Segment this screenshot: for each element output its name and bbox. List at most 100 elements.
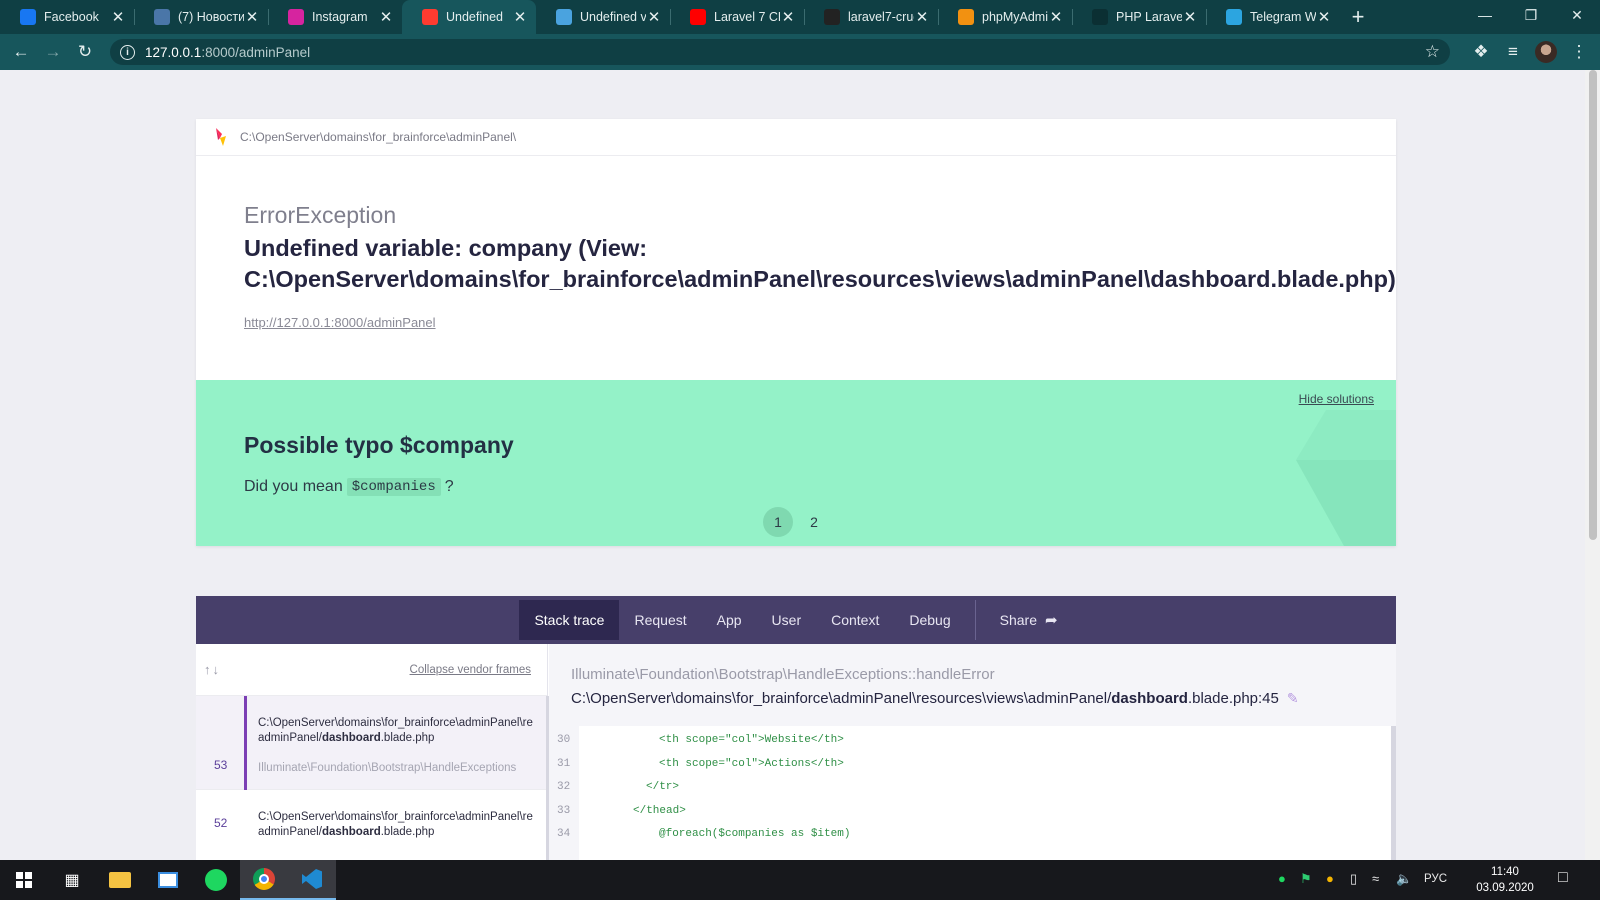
spotify-icon[interactable] xyxy=(192,860,240,900)
site-info-icon[interactable]: i xyxy=(120,44,135,60)
frame-navigation-arrows-icon[interactable]: ↑↓ xyxy=(204,662,221,677)
task-view-icon[interactable]: ▦ xyxy=(48,860,96,900)
tab-close-icon[interactable]: ✕ xyxy=(244,8,260,26)
frame-class: Illuminate\Foundation\Bootstrap\HandleEx… xyxy=(571,666,995,683)
tab-app[interactable]: App xyxy=(702,600,757,640)
solution-panel: Hide solutions Possible typo $company Di… xyxy=(196,380,1396,546)
browser-tab-strip: Facebook ✕ (7) Новости ✕ Instagram ✕ Undefined… xyxy=(0,0,1600,34)
tab-close-icon[interactable]: ✕ xyxy=(1048,8,1064,26)
tab-debug[interactable]: Debug xyxy=(894,600,965,640)
tab-request[interactable]: Request xyxy=(619,600,701,640)
browser-tab[interactable]: laravel7-crud/✕ xyxy=(804,0,938,34)
browser-tab[interactable]: phpMyAdmin ✕ xyxy=(938,0,1072,34)
tab-close-icon[interactable]: ✕ xyxy=(1316,8,1332,26)
stack-frame[interactable]: 53 C:\OpenServer\domains\for_brainforce\a… xyxy=(196,696,547,790)
bookmark-star-icon[interactable]: ☆ xyxy=(1425,42,1440,62)
file-explorer-icon[interactable] xyxy=(96,860,144,900)
line-code: </thead> xyxy=(633,804,686,817)
browser-toolbar: ← → ↻ i 127.0.0.1:8000/adminPanel ☆ ❖ ≡ … xyxy=(0,34,1600,70)
forward-icon[interactable]: → xyxy=(40,39,66,65)
tab-close-icon[interactable]: ✕ xyxy=(646,8,662,26)
profile-avatar[interactable] xyxy=(1535,41,1557,63)
line-number: 34 xyxy=(557,828,571,840)
restore-button[interactable]: ❐ xyxy=(1508,0,1554,30)
frames-list: ↑↓ Collapse vendor frames 53 C:\OpenServe… xyxy=(196,644,550,860)
menu-dots-icon[interactable]: ⋮ xyxy=(1566,39,1592,65)
instagram-icon xyxy=(288,9,304,25)
tab-close-icon[interactable]: ✕ xyxy=(1182,8,1198,26)
browser-tab-label: Instagram xyxy=(312,10,368,24)
spotify-tray-icon[interactable]: ● xyxy=(1278,871,1286,886)
browser-tab[interactable]: Telegram Wel✕ xyxy=(1206,0,1340,34)
tab-user[interactable]: User xyxy=(757,600,817,640)
start-button-icon[interactable] xyxy=(0,860,48,900)
code-scrollbar[interactable] xyxy=(1391,726,1396,860)
browser-tab-label: Undefined xyxy=(446,10,503,24)
browser-tab[interactable]: PHP Laravel 7✕ xyxy=(1072,0,1206,34)
vk-icon xyxy=(154,9,170,25)
clock[interactable]: 11:40 03.09.2020 xyxy=(1470,864,1540,896)
address-bar[interactable]: i 127.0.0.1:8000/adminPanel ☆ xyxy=(110,39,1450,65)
frame-path-line: C:\OpenServer\domains\for_brainforce\adm… xyxy=(258,811,533,823)
collapse-vendor-frames-link[interactable]: Collapse vendor frames xyxy=(410,664,531,676)
notifications-icon[interactable]: □ xyxy=(1558,869,1568,887)
edit-pencil-icon[interactable]: ✎ xyxy=(1287,690,1299,706)
tab-close-icon[interactable]: ✕ xyxy=(110,8,126,26)
language-indicator[interactable]: РУС xyxy=(1424,873,1447,885)
solution-title: Possible typo $company xyxy=(244,432,514,458)
tab-stack-trace[interactable]: Stack trace xyxy=(519,600,620,640)
extensions-icon[interactable]: ❖ xyxy=(1468,39,1494,65)
browser-tab-label: Telegram Wel xyxy=(1250,10,1316,24)
browser-tab[interactable]: Undefined ✕ xyxy=(402,0,536,34)
code-line: 34 @foreach($companies as $item) xyxy=(549,822,1421,846)
close-window-button[interactable]: ✕ xyxy=(1554,0,1600,30)
frame-detail: Illuminate\Foundation\Bootstrap\HandleEx… xyxy=(549,644,1396,860)
flag-tray-icon[interactable]: ⚑ xyxy=(1300,871,1312,887)
hide-solutions-link[interactable]: Hide solutions xyxy=(1299,392,1374,406)
battery-icon[interactable]: ▯ xyxy=(1350,871,1357,887)
error-tabs-nav: Stack trace Request App User Context Debug Sha… xyxy=(196,596,1396,644)
chrome-icon[interactable] xyxy=(240,860,288,900)
browser-tab[interactable]: Undefined va✕ xyxy=(536,0,670,34)
solution-page-button[interactable]: 2 xyxy=(799,507,829,537)
stack-trace-panel: ↑↓ Collapse vendor frames 53 C:\OpenServe… xyxy=(196,644,1396,860)
tab-close-icon[interactable]: ✕ xyxy=(512,8,528,26)
page-scroll-thumb[interactable] xyxy=(1589,70,1597,540)
browser-tab[interactable]: (7) Новости ✕ xyxy=(134,0,268,34)
line-code: <th scope="col">Website</th> xyxy=(659,734,844,746)
back-icon[interactable]: ← xyxy=(8,39,34,65)
browser-tab[interactable]: Instagram ✕ xyxy=(268,0,402,34)
new-tab-icon[interactable]: + xyxy=(1340,0,1376,34)
browser-tab[interactable]: Facebook ✕ xyxy=(0,0,134,34)
code-line: 31 <th scope="col">Actions</th> xyxy=(549,752,1421,776)
exception-class: ErrorException xyxy=(244,202,397,228)
solution-page-button[interactable]: 1 xyxy=(763,507,793,537)
frame-path-line: C:\OpenServer\domains\for_brainforce\adm… xyxy=(258,717,533,729)
request-url-link[interactable]: http://127.0.0.1:8000/adminPanel xyxy=(244,315,436,330)
tab-close-icon[interactable]: ✕ xyxy=(378,8,394,26)
minimize-button[interactable]: — xyxy=(1462,0,1508,30)
chrome-tray-icon[interactable]: ● xyxy=(1326,871,1334,886)
address-url[interactable]: 127.0.0.1:8000/adminPanel xyxy=(145,45,310,60)
wifi-icon[interactable]: ≈ xyxy=(1372,871,1379,886)
browser-tab[interactable]: Laravel 7 CRU✕ xyxy=(670,0,804,34)
app-window-icon[interactable] xyxy=(144,860,192,900)
tab-close-icon[interactable]: ✕ xyxy=(914,8,930,26)
tab-close-icon[interactable]: ✕ xyxy=(780,8,796,26)
frame-class: Illuminate\Foundation\Bootstrap\HandleEx… xyxy=(258,762,517,774)
share-button[interactable]: Share ➦ xyxy=(985,600,1073,640)
share-label: Share xyxy=(999,612,1037,628)
frame-number: 52 xyxy=(214,816,228,830)
path-bar: C:\OpenServer\domains\for_brainforce\adm… xyxy=(196,119,1396,156)
frame-path-prefix: adminPanel/ xyxy=(258,826,322,838)
media-queue-icon[interactable]: ≡ xyxy=(1500,39,1526,65)
reload-icon[interactable]: ↻ xyxy=(72,39,98,65)
vscode-icon[interactable] xyxy=(288,860,336,900)
volume-icon[interactable]: 🔈 xyxy=(1396,871,1412,887)
page-scrollbar[interactable] xyxy=(1585,70,1600,860)
line-number: 31 xyxy=(557,757,571,770)
stack-frame[interactable]: 52 C:\OpenServer\domains\for_brainforce\a… xyxy=(196,790,547,860)
tab-context[interactable]: Context xyxy=(816,600,894,640)
frame-number: 53 xyxy=(214,758,228,772)
frame-file-name: dashboard xyxy=(321,826,381,838)
